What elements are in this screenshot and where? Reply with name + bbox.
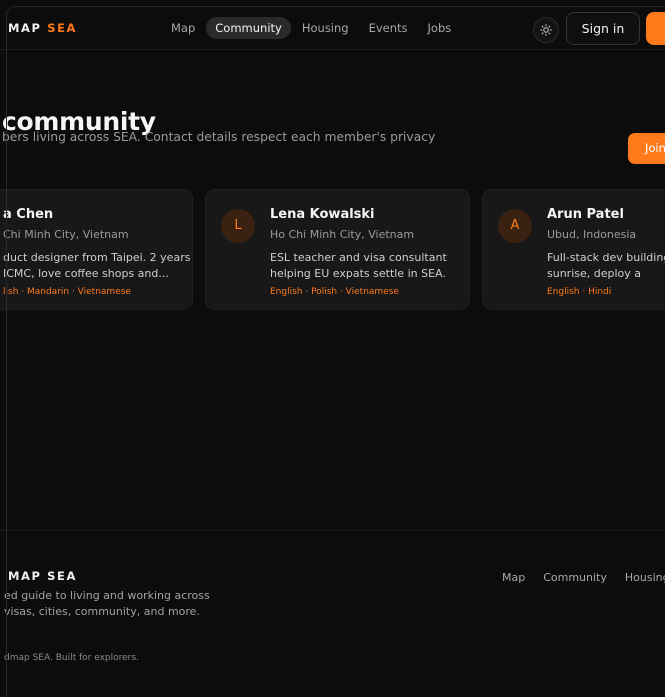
page-subtitle: bers living across SEA. Contact details … (2, 130, 436, 144)
member-bio: duct designer from Taipei. 2 years ICMC,… (3, 251, 191, 280)
nav-events[interactable]: Events (360, 17, 417, 39)
join-button[interactable]: Join (628, 133, 665, 164)
member-card[interactable]: L Lena Kowalski Ho Chi Minh City, Vietna… (205, 189, 470, 310)
member-languages: English · Polish · Vietnamese (270, 287, 399, 297)
member-name: Arun Patel (547, 207, 624, 222)
footer-copyright: dmap SEA. Built for explorers. (4, 653, 139, 663)
brand-text: MAP (8, 21, 42, 35)
nav-map[interactable]: Map (162, 17, 204, 39)
member-languages: English · Hindi (547, 287, 612, 297)
nav-housing[interactable]: Housing (293, 17, 358, 39)
footer-divider (0, 530, 665, 531)
member-location: Ho Chi Minh City, Vietnam (270, 228, 415, 241)
sign-in-button[interactable]: Sign in (566, 12, 640, 45)
member-location: Ubud, Indonesia (547, 228, 637, 241)
member-name: a Chen (3, 207, 54, 222)
member-location: Chi Minh City, Vietnam (3, 228, 129, 241)
member-card[interactable]: a Chen Chi Minh City, Vietnam duct desig… (0, 189, 193, 310)
member-card[interactable]: A Arun Patel Ubud, Indonesia Full-stack … (482, 189, 665, 310)
footer-link-housing[interactable]: Housing (625, 571, 665, 584)
member-languages: lish · Mandarin · Vietnamese (3, 287, 131, 297)
member-card-body: Arun Patel Ubud, Indonesia Full-stack de… (547, 207, 665, 297)
top-header: MAP SEA Map Community Housing Events Job… (0, 8, 665, 50)
footer-description: ed guide to living and working across vi… (4, 589, 210, 618)
header-cta-button[interactable] (646, 12, 665, 45)
brand-accent-text: SEA (47, 21, 78, 35)
member-bio: ESL teacher and visa consultant helping … (270, 251, 447, 280)
footer-brand: MAP SEA (8, 569, 78, 583)
theme-toggle-button[interactable] (533, 17, 559, 43)
app-window: MAP SEA Map Community Housing Events Job… (0, 0, 665, 697)
avatar: A (498, 209, 532, 243)
brand-logo[interactable]: MAP SEA (8, 21, 77, 35)
avatar: L (221, 209, 255, 243)
nav-jobs[interactable]: Jobs (419, 17, 461, 39)
footer-link-community[interactable]: Community (543, 571, 607, 584)
member-bio: Full-stack dev building fr Yoga at sunri… (547, 251, 665, 280)
nav-community[interactable]: Community (206, 17, 291, 39)
sun-icon (540, 24, 552, 36)
footer-links: Map Community Housing (502, 571, 665, 584)
member-name: Lena Kowalski (270, 207, 375, 222)
main-nav: Map Community Housing Events Jobs (162, 17, 460, 39)
footer-link-map[interactable]: Map (502, 571, 525, 584)
member-card-body: Lena Kowalski Ho Chi Minh City, Vietnam … (270, 207, 469, 297)
member-card-body: a Chen Chi Minh City, Vietnam duct desig… (3, 207, 192, 297)
